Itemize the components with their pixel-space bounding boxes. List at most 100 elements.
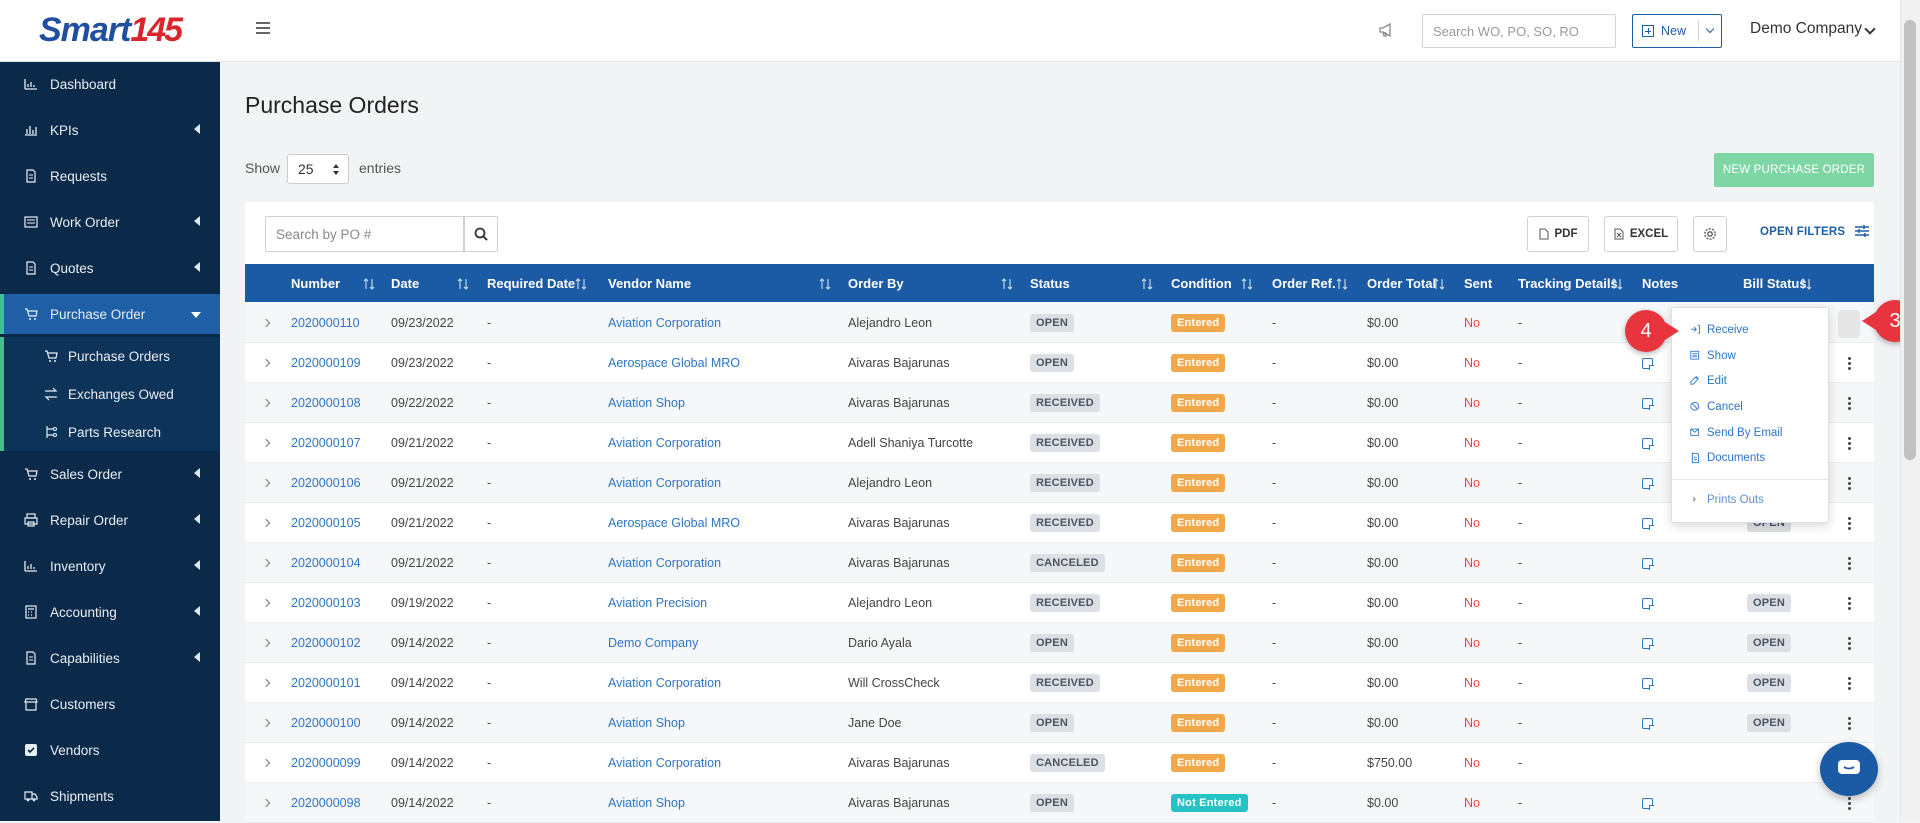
sidebar-item-purchase-order[interactable]: Purchase Order [0,294,220,334]
table-row[interactable]: 2020000103 09/19/2022 - Aviation Precision A… [245,583,1874,623]
chat-widget-button[interactable] [1820,742,1878,796]
vendor-name-link[interactable]: Aviation Precision [608,583,707,623]
sidebar-item-kpis[interactable]: KPIs [0,110,220,150]
table-row[interactable]: 2020000108 09/22/2022 - Aviation Shop Aivara… [245,383,1874,423]
sidebar-item-customers[interactable]: Customers [0,684,220,724]
expand-row-chevron-icon[interactable] [261,798,271,808]
chevron-down-icon[interactable] [1705,24,1715,34]
company-selector[interactable]: Demo Company [1750,20,1862,38]
vendor-name-link[interactable]: Aviation Shop [608,703,685,743]
sidebar-item-shipments[interactable]: Shipments [0,776,220,816]
sidebar-subitem-parts-research[interactable]: Parts Research [0,413,220,451]
sidebar-item-capabilities[interactable]: Capabilities [0,638,220,678]
expand-row-chevron-icon[interactable] [261,718,271,728]
po-number-link[interactable]: 2020000107 [291,423,361,463]
table-row[interactable]: 2020000100 09/14/2022 - Aviation Shop Jane D… [245,703,1874,743]
column-header-condition[interactable]: Condition [1171,264,1232,302]
note-icon[interactable] [1642,717,1654,730]
new-purchase-order-button[interactable]: NEW PURCHASE ORDER [1714,153,1874,187]
vendor-name-link[interactable]: Demo Company [608,623,698,663]
sidebar-item-sales-order[interactable]: Sales Order [0,454,220,494]
sidebar-item-requests[interactable]: Requests [0,156,220,196]
expand-row-chevron-icon[interactable] [261,318,271,328]
expand-row-chevron-icon[interactable] [261,478,271,488]
row-actions-kebab-icon[interactable] [1848,556,1851,570]
dropdown-item-show[interactable]: Show [1690,346,1736,366]
row-actions-kebab-icon[interactable] [1848,396,1851,410]
vendor-name-link[interactable]: Aerospace Global MRO [608,343,740,383]
column-header-order-total[interactable]: Order Total [1367,264,1436,302]
note-icon[interactable] [1642,557,1654,570]
po-number-link[interactable]: 2020000098 [291,783,361,823]
expand-row-chevron-icon[interactable] [261,358,271,368]
open-filters-button[interactable]: OPEN FILTERS [1760,225,1869,238]
dropdown-item-cancel[interactable]: Cancel [1690,397,1743,417]
company-chevron-down-icon[interactable] [1864,23,1876,35]
vendor-name-link[interactable]: Aerospace Global MRO [608,503,740,543]
column-header-sent[interactable]: Sent [1464,264,1492,302]
sort-arrows-icon[interactable] [1433,277,1445,290]
sidebar-item-quotes[interactable]: Quotes [0,248,220,288]
po-number-link[interactable]: 2020000100 [291,703,361,743]
column-header-order-by[interactable]: Order By [848,264,904,302]
vendor-name-link[interactable]: Aviation Corporation [608,743,721,783]
hamburger-menu-icon[interactable] [256,22,270,34]
po-number-link[interactable]: 2020000102 [291,623,361,663]
row-actions-kebab-icon[interactable] [1848,436,1851,450]
note-icon[interactable] [1642,477,1654,490]
po-number-link[interactable]: 2020000103 [291,583,361,623]
app-logo[interactable]: Smart 145 [0,0,220,62]
note-icon[interactable] [1642,517,1654,530]
column-header-date[interactable]: Date [391,264,419,302]
vendor-name-link[interactable]: Aviation Corporation [608,463,721,503]
expand-row-chevron-icon[interactable] [261,398,271,408]
dropdown-item-documents[interactable]: Documents [1690,448,1765,468]
row-actions-kebab-icon[interactable] [1848,476,1851,490]
po-number-link[interactable]: 2020000110 [291,303,360,343]
po-number-link[interactable]: 2020000109 [291,343,361,383]
new-button[interactable]: New [1632,14,1722,48]
po-search-input[interactable]: Search by PO # [265,216,465,252]
po-search-button[interactable] [463,216,498,252]
table-row[interactable]: 2020000101 09/14/2022 - Aviation Corporatio… [245,663,1874,703]
row-actions-kebab-icon[interactable] [1848,676,1851,690]
sort-arrows-icon[interactable] [1611,277,1623,290]
sidebar-item-inventory[interactable]: Inventory [0,546,220,586]
sort-arrows-icon[interactable] [1001,277,1013,290]
table-row[interactable]: 2020000102 09/14/2022 - Demo Company Dario A… [245,623,1874,663]
sort-arrows-icon[interactable] [457,277,469,290]
vendor-name-link[interactable]: Aviation Shop [608,383,685,423]
dropdown-item-edit[interactable]: Edit [1690,371,1727,391]
expand-row-chevron-icon[interactable] [261,598,271,608]
expand-row-chevron-icon[interactable] [261,438,271,448]
row-actions-kebab-icon[interactable] [1848,516,1851,530]
sort-arrows-icon[interactable] [1241,277,1253,290]
global-search-input[interactable]: Search WO, PO, SO, RO [1422,14,1616,48]
expand-row-chevron-icon[interactable] [261,678,271,688]
note-icon[interactable] [1642,357,1654,370]
excel-export-button[interactable]: EXCEL [1604,216,1678,252]
column-header-notes[interactable]: Notes [1642,264,1678,302]
sidebar-item-repair-order[interactable]: Repair Order [0,500,220,540]
dropdown-item-receive[interactable]: Receive [1690,320,1749,340]
table-row[interactable]: 2020000099 09/14/2022 - Aviation Corporatio… [245,743,1874,783]
column-header-bill-status[interactable]: Bill Status [1743,264,1807,302]
megaphone-icon[interactable] [1378,22,1396,38]
column-header-status[interactable]: Status [1030,264,1070,302]
expand-row-chevron-icon[interactable] [261,518,271,528]
sidebar-subitem-purchase-orders[interactable]: Purchase Orders [0,337,220,375]
sort-arrows-icon[interactable] [1336,277,1348,290]
vendor-name-link[interactable]: Aviation Corporation [608,303,721,343]
row-actions-kebab-icon[interactable] [1848,356,1851,370]
row-actions-kebab-icon[interactable] [1848,796,1851,810]
column-header-vendor-name[interactable]: Vendor Name [608,264,691,302]
sort-arrows-icon[interactable] [363,277,375,290]
column-header-order-ref[interactable]: Order Ref. [1272,264,1336,302]
po-number-link[interactable]: 2020000101 [291,663,361,703]
note-icon[interactable] [1642,637,1654,650]
vendor-name-link[interactable]: Aviation Corporation [608,423,721,463]
sidebar-item-dashboard[interactable]: Dashboard [0,64,220,104]
dropdown-item-send-by-email[interactable]: Send By Email [1690,423,1782,443]
entries-per-page-select[interactable]: 25 [287,154,349,184]
vendor-name-link[interactable]: Aviation Corporation [608,543,721,583]
